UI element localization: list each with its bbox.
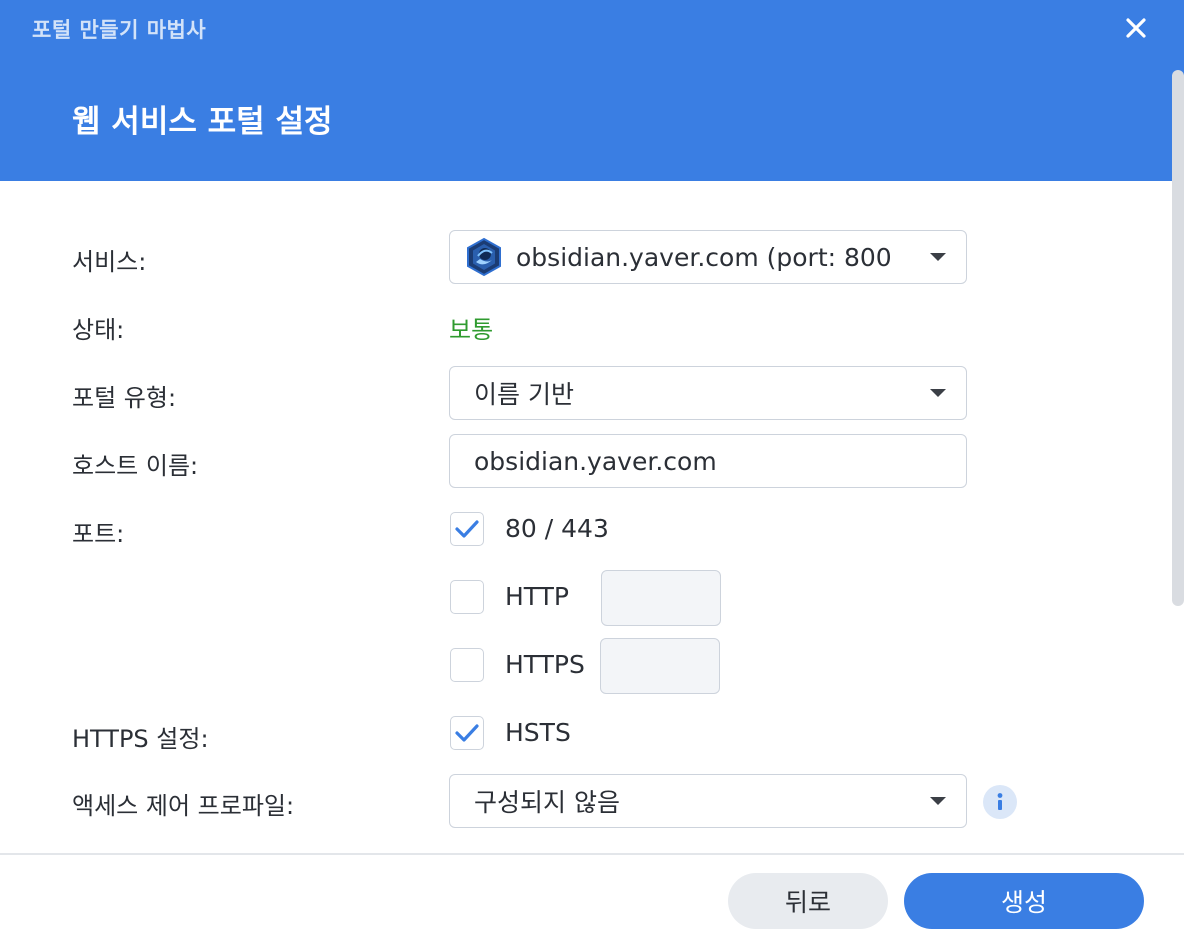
hsts-checkbox[interactable] bbox=[450, 716, 484, 750]
status-label: 상태: bbox=[72, 316, 125, 344]
https-port-input[interactable] bbox=[600, 638, 720, 694]
hostname-label: 호스트 이름: bbox=[72, 452, 199, 480]
http-label: HTTP bbox=[505, 582, 569, 611]
port-80-443-checkbox[interactable] bbox=[450, 512, 484, 546]
access-profile-value: 구성되지 않음 bbox=[474, 788, 620, 817]
hsts-label: HSTS bbox=[505, 718, 571, 747]
close-icon bbox=[1126, 18, 1146, 38]
https-settings-label: HTTPS 설정: bbox=[72, 725, 209, 753]
access-profile-label: 액세스 제어 프로파일: bbox=[72, 792, 295, 820]
info-button[interactable] bbox=[983, 785, 1017, 819]
portal-type-value: 이름 기반 bbox=[474, 380, 574, 409]
service-label: 서비스: bbox=[72, 248, 147, 276]
http-port-input[interactable] bbox=[601, 570, 721, 626]
create-button[interactable]: 생성 bbox=[904, 873, 1144, 929]
status-value: 보통 bbox=[449, 316, 494, 344]
https-label: HTTPS bbox=[505, 650, 585, 679]
https-checkbox[interactable] bbox=[450, 648, 484, 682]
access-profile-select[interactable]: 구성되지 않음 bbox=[449, 774, 967, 828]
portal-type-select[interactable]: 이름 기반 bbox=[449, 366, 967, 420]
chevron-down-icon bbox=[930, 797, 946, 805]
port-label: 포트: bbox=[72, 520, 125, 548]
http-checkbox[interactable] bbox=[450, 580, 484, 614]
port-80-443-label: 80 / 443 bbox=[505, 514, 609, 543]
close-button[interactable] bbox=[1118, 10, 1154, 46]
portal-type-label: 포털 유형: bbox=[72, 384, 177, 412]
scrollbar[interactable] bbox=[1172, 70, 1184, 606]
checkmark-icon bbox=[455, 520, 479, 538]
back-button[interactable]: 뒤로 bbox=[728, 873, 888, 929]
obsidian-app-icon bbox=[467, 237, 501, 277]
chevron-down-icon bbox=[930, 253, 946, 261]
hostname-value: obsidian.yaver.com bbox=[474, 446, 717, 476]
checkmark-icon bbox=[455, 724, 479, 742]
chevron-down-icon bbox=[930, 389, 946, 397]
page-heading: 웹 서비스 포털 설정 bbox=[72, 104, 333, 140]
footer-divider bbox=[0, 853, 1184, 855]
service-value: obsidian.yaver.com (port: 800 bbox=[516, 242, 892, 272]
service-select[interactable]: obsidian.yaver.com (port: 800 bbox=[449, 230, 967, 284]
wizard-title: 포털 만들기 마법사 bbox=[32, 18, 207, 42]
wizard-header: 포털 만들기 마법사 웹 서비스 포털 설정 bbox=[0, 0, 1184, 181]
info-icon bbox=[997, 793, 1003, 810]
hostname-input[interactable]: obsidian.yaver.com bbox=[449, 434, 967, 488]
